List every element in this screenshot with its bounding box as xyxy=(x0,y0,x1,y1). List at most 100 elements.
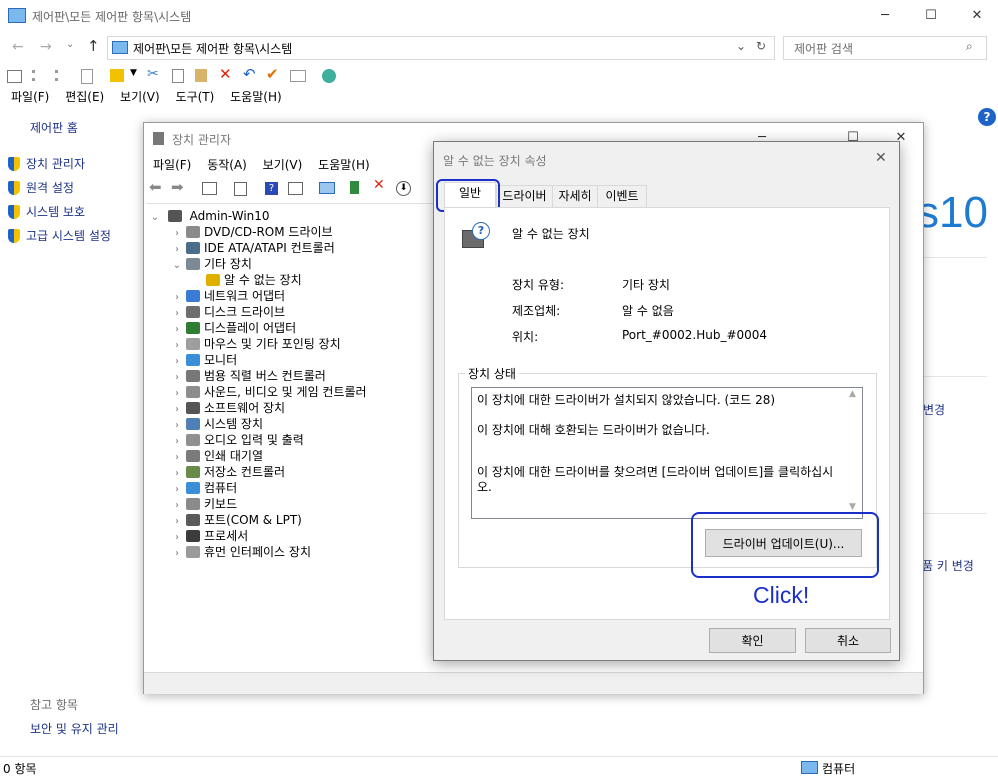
tree-category-item[interactable]: › 범용 직렬 버스 컨트롤러 xyxy=(171,368,326,384)
forward-arrow-icon[interactable]: → xyxy=(40,39,52,55)
advanced-settings-label: 고급 시스템 설정 xyxy=(26,229,111,243)
left-nav: 제어판 홈 장치 관리자 원격 설정 시스템 보호 고급 시스템 설정 참고 항… xyxy=(0,108,142,756)
tab-driver[interactable]: 드라이버 xyxy=(496,185,553,208)
warning-device-icon xyxy=(206,274,220,286)
download-circle-icon[interactable]: ⬇ xyxy=(396,181,411,196)
dm-menu-file[interactable]: 파일(F) xyxy=(153,158,191,172)
tree-category-item[interactable]: › 포트(COM & LPT) xyxy=(171,512,302,528)
tree-root[interactable]: ⌄ Admin-Win10 xyxy=(149,208,270,224)
globe-icon[interactable] xyxy=(322,69,336,83)
copy-icon[interactable] xyxy=(172,69,184,83)
tree-item-label: 휴먼 인터페이스 장치 xyxy=(204,545,311,559)
tree-category-item[interactable]: › 마우스 및 기타 포인팅 장치 xyxy=(171,336,341,352)
dm-menu-help[interactable]: 도움말(H) xyxy=(318,158,370,172)
tree-category-item[interactable]: › 디스플레이 어댑터 xyxy=(171,320,296,336)
check-icon[interactable]: ✔ xyxy=(266,65,279,83)
uninstall-icon[interactable]: ✕ xyxy=(373,177,385,193)
dialog-title: 알 수 없는 장치 속성 xyxy=(443,154,547,168)
remote-settings-link[interactable]: 원격 설정 xyxy=(8,179,74,196)
tree-category-item[interactable]: › 인쇄 대기열 xyxy=(171,448,263,464)
tree-item-label: 알 수 없는 장치 xyxy=(224,273,302,287)
undo-icon[interactable]: ↶ xyxy=(243,65,256,83)
advanced-settings-link[interactable]: 고급 시스템 설정 xyxy=(8,227,111,244)
back-arrow-icon[interactable]: ← xyxy=(12,39,24,55)
scroll-down-icon[interactable]: ▼ xyxy=(849,502,856,512)
location-value: Port_#0002.Hub_#0004 xyxy=(622,328,768,342)
collapse-icon[interactable]: ⌄ xyxy=(149,210,161,226)
tree-category-item[interactable]: › 오디오 입력 및 출력 xyxy=(171,432,304,448)
collapse-icon[interactable]: ⌄ xyxy=(171,258,183,274)
system-protection-link[interactable]: 시스템 보호 xyxy=(8,203,85,220)
tree-category-item[interactable]: › 디스크 드라이브 xyxy=(171,304,285,320)
details-view-icon[interactable] xyxy=(32,70,47,81)
scroll-up-icon[interactable]: ▲ xyxy=(849,389,856,399)
scan-hardware-icon[interactable] xyxy=(319,182,335,194)
tree-category-item[interactable]: › IDE ATA/ATAPI 컨트롤러 xyxy=(171,240,335,256)
help-icon[interactable]: ? xyxy=(978,108,996,126)
tree-item-label: DVD/CD-ROM 드라이브 xyxy=(204,225,333,239)
tree-child-item[interactable]: 알 수 없는 장치 xyxy=(191,272,302,288)
menu-file[interactable]: 파일(F) xyxy=(11,90,49,104)
ok-button[interactable]: 확인 xyxy=(709,628,796,653)
menu-edit[interactable]: 편집(E) xyxy=(65,90,104,104)
menu-view[interactable]: 보기(V) xyxy=(120,90,160,104)
computer-icon xyxy=(801,761,818,774)
menu-tools[interactable]: 도구(T) xyxy=(176,90,215,104)
tree-category-item[interactable]: › 시스템 장치 xyxy=(171,416,263,432)
tree-category-item[interactable]: ⌄ 기타 장치 xyxy=(171,256,252,272)
expand-icon[interactable]: › xyxy=(171,546,183,562)
security-maintenance-link[interactable]: 보안 및 유지 관리 xyxy=(30,720,119,737)
close-button[interactable]: ✕ xyxy=(954,0,998,30)
tree-category-item[interactable]: › 키보드 xyxy=(171,496,237,512)
search-icon[interactable]: ⌕ xyxy=(966,39,973,54)
cancel-button[interactable]: 취소 xyxy=(805,628,891,653)
tree-view-icon[interactable] xyxy=(202,182,217,195)
tree-category-item[interactable]: › 사운드, 비디오 및 게임 컨트롤러 xyxy=(171,384,367,400)
minimize-button[interactable]: ─ xyxy=(862,0,908,30)
back-icon[interactable]: ⬅ xyxy=(149,178,162,196)
control-panel-home-link[interactable]: 제어판 홈 xyxy=(30,119,78,136)
item-count: 0 항목 xyxy=(3,762,37,776)
tree-category-item[interactable]: › 컴퓨터 xyxy=(171,480,237,496)
tab-details[interactable]: 자세히 xyxy=(552,185,598,208)
recent-dropdown-icon[interactable]: ⌄ xyxy=(66,39,74,50)
mail-icon[interactable] xyxy=(290,70,306,82)
paste-icon[interactable] xyxy=(195,69,207,82)
address-bar[interactable]: 제어판\모든 제어판 항목\시스템 ⌄ ↻ xyxy=(107,36,775,60)
dialog-close-icon[interactable]: ✕ xyxy=(875,150,887,166)
forward-icon[interactable]: ➡ xyxy=(171,178,184,196)
dm-menu-action[interactable]: 동작(A) xyxy=(207,158,247,172)
properties-icon[interactable] xyxy=(110,69,124,82)
dm-menu-view[interactable]: 보기(V) xyxy=(263,158,303,172)
delete-icon[interactable]: ✕ xyxy=(219,65,232,83)
update-driver-icon[interactable] xyxy=(350,181,359,194)
tree-category-item[interactable]: › 네트워크 어댑터 xyxy=(171,288,285,304)
device-status-textbox[interactable]: 이 장치에 대한 드라이버가 설치되지 않았습니다. (코드 28) 이 장치에… xyxy=(471,387,863,519)
view-pane-icon[interactable] xyxy=(288,182,303,195)
list-view-icon[interactable] xyxy=(55,70,70,81)
cut-icon[interactable]: ✂ xyxy=(147,66,159,82)
layout-icon[interactable] xyxy=(7,70,22,83)
new-doc-icon[interactable] xyxy=(81,69,93,84)
tree-category-item[interactable]: › DVD/CD-ROM 드라이브 xyxy=(171,224,333,240)
status-scrollbar[interactable]: ▲ ▼ xyxy=(845,388,861,517)
dm-bottom-bar xyxy=(144,672,923,694)
address-dropdown-icon[interactable]: ⌄ xyxy=(736,39,746,53)
properties-dropdown-icon[interactable]: ▼ xyxy=(130,68,137,78)
tree-category-item[interactable]: › 모니터 xyxy=(171,352,237,368)
tree-category-item[interactable]: › 휴먼 인터페이스 장치 xyxy=(171,544,311,560)
tree-category-item[interactable]: › 프로세서 xyxy=(171,528,248,544)
search-box[interactable]: 제어판 검색 ⌕ xyxy=(783,36,987,60)
menu-help[interactable]: 도움말(H) xyxy=(230,90,282,104)
tree-category-item[interactable]: › 저장소 컨트롤러 xyxy=(171,464,285,480)
refresh-icon[interactable]: ↻ xyxy=(756,39,766,53)
tree-category-item[interactable]: › 소프트웨어 장치 xyxy=(171,400,285,416)
change-product-key-link[interactable]: 품 키 변경 xyxy=(922,557,974,574)
properties-sheet-icon[interactable] xyxy=(234,182,247,196)
help-book-icon[interactable]: ? xyxy=(265,182,278,195)
up-arrow-icon[interactable]: ↑ xyxy=(87,37,100,55)
tab-events[interactable]: 이벤트 xyxy=(597,185,647,208)
device-manager-link[interactable]: 장치 관리자 xyxy=(8,155,85,172)
change-settings-link[interactable]: 변경 xyxy=(923,401,945,418)
maximize-button[interactable]: ☐ xyxy=(908,0,954,30)
